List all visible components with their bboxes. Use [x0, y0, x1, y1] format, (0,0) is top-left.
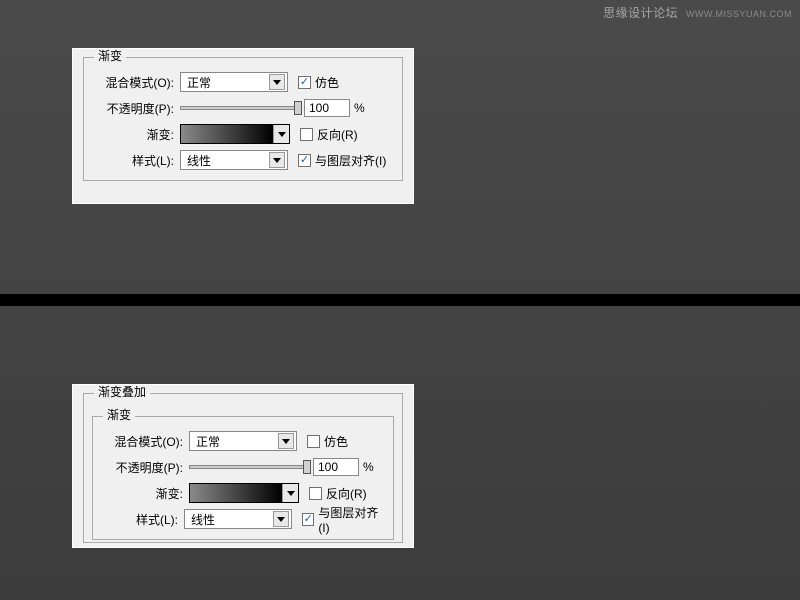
- reverse-checkbox[interactable]: 反向(R): [309, 485, 367, 502]
- align-checkbox[interactable]: 与图层对齐(I): [298, 152, 386, 169]
- label-style: 样式(L):: [92, 152, 180, 169]
- dither-label: 仿色: [315, 74, 339, 91]
- group-gradient: 渐变 混合模式(O): 正常 仿色 不透明度(P): 100: [92, 416, 394, 540]
- label-blend-mode: 混合模式(O):: [92, 74, 180, 91]
- style-dropdown[interactable]: 线性: [180, 150, 288, 170]
- opacity-value: 100: [309, 101, 329, 115]
- blend-mode-value: 正常: [187, 74, 211, 91]
- gradient-overlay-panel-bottom: 渐变叠加 渐变 混合模式(O): 正常 仿色 不透明度(P):: [72, 384, 414, 548]
- watermark-sub: WWW.MISSYUAN.COM: [686, 9, 792, 19]
- opacity-input[interactable]: 100: [304, 99, 350, 117]
- chevron-down-icon: [273, 125, 289, 143]
- row-gradient: 渐变: 反向(R): [92, 122, 394, 146]
- row-style: 样式(L): 线性 与图层对齐(I): [101, 507, 385, 531]
- gradient-preview: [181, 125, 273, 143]
- blend-mode-dropdown[interactable]: 正常: [189, 431, 297, 451]
- row-style: 样式(L): 线性 与图层对齐(I): [92, 148, 394, 172]
- gradient-panel-top: 渐变 混合模式(O): 正常 仿色 不透明度(P): 100 % 渐变:: [72, 48, 414, 204]
- opacity-slider[interactable]: [189, 461, 307, 473]
- slider-track-bar: [189, 465, 307, 469]
- group-outer-title: 渐变叠加: [94, 385, 150, 399]
- slider-thumb[interactable]: [303, 460, 311, 474]
- checkbox-icon: [298, 76, 311, 89]
- style-value: 线性: [191, 511, 215, 528]
- reverse-checkbox[interactable]: 反向(R): [300, 126, 358, 143]
- dither-label: 仿色: [324, 433, 348, 450]
- gradient-picker[interactable]: [189, 483, 299, 503]
- opacity-slider[interactable]: [180, 102, 298, 114]
- dither-checkbox[interactable]: 仿色: [307, 433, 348, 450]
- blend-mode-value: 正常: [196, 433, 220, 450]
- gradient-preview: [190, 484, 282, 502]
- opacity-unit: %: [363, 460, 374, 474]
- align-label: 与图层对齐(I): [315, 152, 386, 169]
- label-opacity: 不透明度(P):: [92, 100, 180, 117]
- chevron-down-icon: [269, 152, 285, 168]
- group-gradient: 渐变 混合模式(O): 正常 仿色 不透明度(P): 100 % 渐变:: [83, 57, 403, 181]
- group-gradient-overlay: 渐变叠加 渐变 混合模式(O): 正常 仿色 不透明度(P):: [83, 393, 403, 543]
- blend-mode-dropdown[interactable]: 正常: [180, 72, 288, 92]
- style-value: 线性: [187, 152, 211, 169]
- row-blend-mode: 混合模式(O): 正常 仿色: [92, 70, 394, 94]
- chevron-down-icon: [273, 511, 289, 527]
- checkbox-icon: [302, 513, 314, 526]
- reverse-label: 反向(R): [317, 126, 358, 143]
- opacity-unit: %: [354, 101, 365, 115]
- group-title: 渐变: [94, 49, 126, 63]
- chevron-down-icon: [278, 433, 294, 449]
- image-divider: [0, 294, 800, 306]
- chevron-down-icon: [282, 484, 298, 502]
- watermark: 思缘设计论坛 WWW.MISSYUAN.COM: [603, 4, 792, 21]
- checkbox-icon: [307, 435, 320, 448]
- gradient-picker[interactable]: [180, 124, 290, 144]
- align-label: 与图层对齐(I): [318, 504, 385, 535]
- label-blend-mode: 混合模式(O):: [101, 433, 189, 450]
- slider-thumb[interactable]: [294, 101, 302, 115]
- label-style: 样式(L):: [101, 511, 184, 528]
- watermark-main: 思缘设计论坛: [603, 6, 678, 20]
- label-gradient: 渐变:: [101, 485, 189, 502]
- checkbox-icon: [300, 128, 313, 141]
- chevron-down-icon: [269, 74, 285, 90]
- label-gradient: 渐变:: [92, 126, 180, 143]
- group-title: 渐变: [103, 408, 135, 422]
- label-opacity: 不透明度(P):: [101, 459, 189, 476]
- opacity-value: 100: [318, 460, 338, 474]
- style-dropdown[interactable]: 线性: [184, 509, 292, 529]
- row-opacity: 不透明度(P): 100 %: [101, 455, 385, 479]
- row-blend-mode: 混合模式(O): 正常 仿色: [101, 429, 385, 453]
- row-opacity: 不透明度(P): 100 %: [92, 96, 394, 120]
- align-checkbox[interactable]: 与图层对齐(I): [302, 504, 385, 535]
- dither-checkbox[interactable]: 仿色: [298, 74, 339, 91]
- checkbox-icon: [309, 487, 322, 500]
- row-gradient: 渐变: 反向(R): [101, 481, 385, 505]
- slider-track-bar: [180, 106, 298, 110]
- opacity-input[interactable]: 100: [313, 458, 359, 476]
- reverse-label: 反向(R): [326, 485, 367, 502]
- checkbox-icon: [298, 154, 311, 167]
